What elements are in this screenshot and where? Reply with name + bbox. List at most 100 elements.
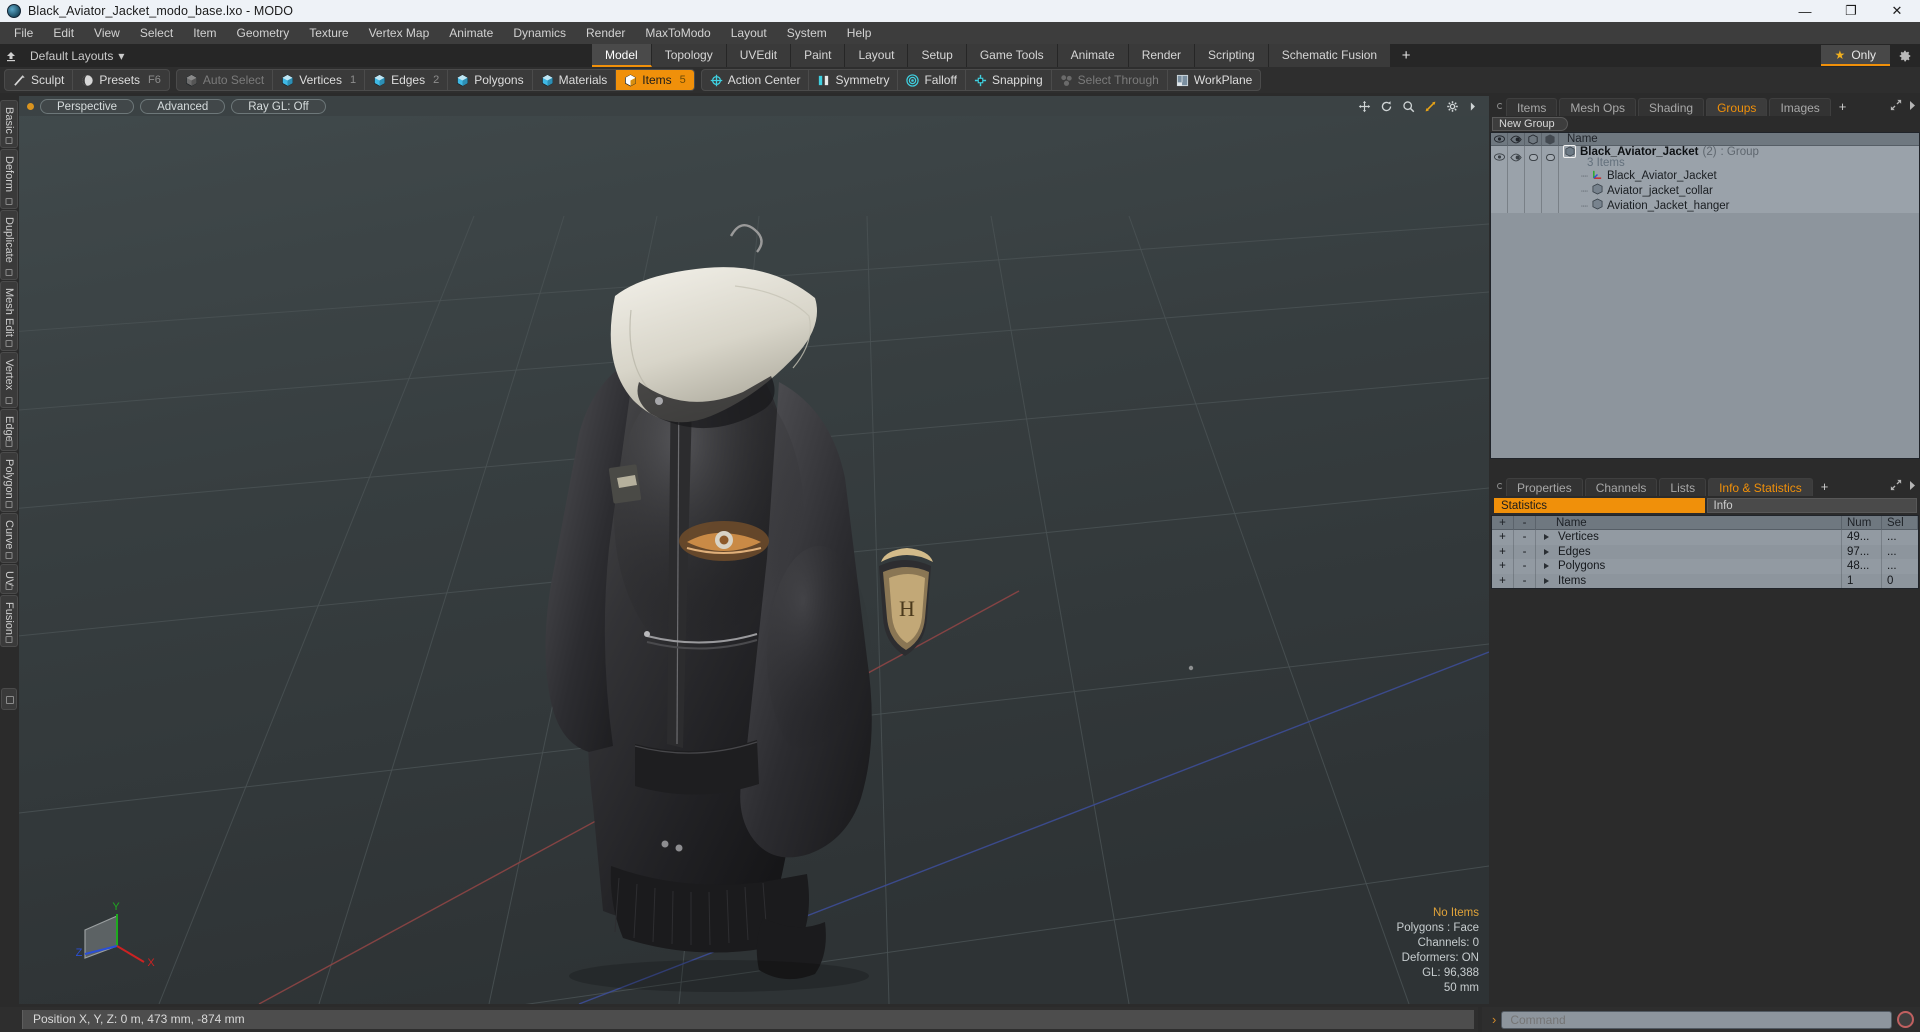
- row-add-button[interactable]: +: [1492, 573, 1514, 588]
- tree-child-toggle[interactable]: [1525, 168, 1542, 183]
- tree-child-row[interactable]: ┈ Aviation_Jacket_hanger: [1491, 198, 1919, 213]
- toolbar-button-edges[interactable]: Edges 2: [365, 70, 449, 90]
- add-panel-tab-button[interactable]: +: [1833, 98, 1853, 116]
- stats-tab-lists[interactable]: Lists: [1659, 478, 1707, 496]
- expand-panel-icon[interactable]: [1890, 479, 1902, 494]
- left-tool-tab-basic[interactable]: Basic: [0, 100, 18, 148]
- toolbar-button-materials[interactable]: Materials: [533, 70, 617, 90]
- record-circle-icon[interactable]: [1897, 1011, 1914, 1028]
- tree-child-toggle[interactable]: [1508, 198, 1525, 213]
- stats-tab-properties[interactable]: Properties: [1506, 478, 1583, 496]
- group-tree[interactable]: Name Black_Aviator_Jacket (2): Group 3 …: [1490, 132, 1920, 459]
- tree-child-toggle[interactable]: [1525, 198, 1542, 213]
- left-tool-tab-uv[interactable]: UV: [0, 564, 18, 594]
- panel-tab-groups[interactable]: Groups: [1706, 98, 1768, 116]
- close-button[interactable]: ✕: [1874, 0, 1920, 22]
- group-shaded-toggle[interactable]: [1542, 146, 1559, 168]
- layout-tab-scripting[interactable]: Scripting: [1195, 44, 1269, 67]
- menu-item-item[interactable]: Item: [183, 22, 226, 44]
- menu-item-maxtomodo[interactable]: MaxToModo: [635, 22, 720, 44]
- left-tool-tab-edge[interactable]: Edge: [0, 409, 18, 451]
- minimize-button[interactable]: —: [1782, 0, 1828, 22]
- toolbar-button-select-through[interactable]: Select Through: [1052, 70, 1168, 90]
- tree-child-toggle[interactable]: [1508, 183, 1525, 198]
- panel-menu-chevron-icon[interactable]: [1909, 100, 1916, 114]
- default-layouts-dropdown[interactable]: Default Layouts ▾: [22, 49, 132, 63]
- menu-item-layout[interactable]: Layout: [721, 22, 777, 44]
- menu-item-file[interactable]: File: [4, 22, 43, 44]
- panel-tab-shading[interactable]: Shading: [1638, 98, 1705, 116]
- tree-child-toggle[interactable]: [1491, 183, 1508, 198]
- layout-tab-game-tools[interactable]: Game Tools: [966, 44, 1058, 67]
- left-tool-tab-polygon[interactable]: Polygon: [0, 452, 18, 512]
- viewport-raygl-selector[interactable]: Ray GL: Off: [231, 98, 326, 114]
- panel-tab-images[interactable]: Images: [1769, 98, 1831, 116]
- menu-item-system[interactable]: System: [777, 22, 837, 44]
- row-add-button[interactable]: +: [1492, 544, 1514, 559]
- tree-child-toggle[interactable]: [1542, 183, 1559, 198]
- menu-item-edit[interactable]: Edit: [43, 22, 84, 44]
- add-layout-tab-button[interactable]: +: [1391, 44, 1422, 67]
- statistics-row[interactable]: + - Polygons 48......: [1492, 559, 1918, 574]
- tree-child-toggle[interactable]: [1525, 183, 1542, 198]
- gear-icon[interactable]: [1890, 44, 1920, 67]
- left-tool-tab-fusion[interactable]: Fusion: [0, 595, 18, 647]
- gear-icon[interactable]: [1446, 100, 1459, 113]
- menu-item-select[interactable]: Select: [130, 22, 183, 44]
- toolbar-button-symmetry[interactable]: Symmetry: [809, 70, 899, 90]
- toolbar-button-falloff[interactable]: Falloff: [898, 70, 966, 90]
- fit-icon[interactable]: [1424, 100, 1437, 113]
- pan-icon[interactable]: [1358, 100, 1371, 113]
- toolbar-button-polygons[interactable]: Polygons: [448, 70, 533, 90]
- group-wireframe-toggle[interactable]: [1525, 146, 1542, 168]
- left-tool-tab-vertex[interactable]: Vertex: [0, 352, 18, 408]
- menu-item-texture[interactable]: Texture: [299, 22, 358, 44]
- statistics-row[interactable]: + - Items 1 0: [1492, 573, 1918, 588]
- add-stats-tab-button[interactable]: +: [1815, 478, 1835, 496]
- panel-tab-items[interactable]: Items: [1506, 98, 1558, 116]
- layout-tab-render[interactable]: Render: [1128, 44, 1196, 67]
- menu-item-render[interactable]: Render: [576, 22, 635, 44]
- toolbar-button-snapping[interactable]: Snapping: [966, 70, 1052, 90]
- status-bar-grip[interactable]: [0, 1007, 22, 1032]
- menu-item-view[interactable]: View: [84, 22, 130, 44]
- rotate-icon[interactable]: [1380, 100, 1393, 113]
- only-toggle-button[interactable]: ★ Only: [1820, 45, 1890, 66]
- viewport-3d[interactable]: H Perspective Advanced Ray GL: Off Y Z X…: [19, 96, 1489, 1004]
- left-tool-tab-deform[interactable]: Deform: [0, 149, 18, 209]
- panel-menu-chevron-icon[interactable]: [1909, 480, 1916, 494]
- toolbar-button-auto-select[interactable]: Auto Select: [177, 70, 274, 90]
- stats-subtab-info[interactable]: Info: [1706, 498, 1917, 513]
- menu-item-help[interactable]: Help: [837, 22, 882, 44]
- row-add-button[interactable]: +: [1492, 530, 1514, 545]
- layout-tab-uvedit[interactable]: UVEdit: [726, 44, 792, 67]
- tree-child-toggle[interactable]: [1491, 168, 1508, 183]
- stats-tab-info-statistics[interactable]: Info & Statistics: [1708, 478, 1813, 496]
- layout-tab-animate[interactable]: Animate: [1057, 44, 1129, 67]
- expand-panel-icon[interactable]: [1890, 99, 1902, 114]
- command-input[interactable]: [1501, 1010, 1892, 1029]
- viewport-shading-selector[interactable]: Advanced: [140, 98, 226, 114]
- layout-tab-topology[interactable]: Topology: [651, 44, 727, 67]
- layout-tab-model[interactable]: Model: [592, 44, 652, 67]
- viewport-status-dot[interactable]: [27, 102, 34, 110]
- row-remove-button[interactable]: -: [1514, 544, 1536, 559]
- layout-tab-layout[interactable]: Layout: [845, 44, 909, 67]
- tree-child-toggle[interactable]: [1508, 168, 1525, 183]
- tree-child-row[interactable]: ┈ Black_Aviator_Jacket: [1491, 168, 1919, 183]
- zoom-icon[interactable]: [1402, 100, 1415, 113]
- toolbar-button-items[interactable]: Items 5: [616, 70, 694, 90]
- new-group-button[interactable]: New Group: [1492, 117, 1568, 131]
- left-tool-tab-curve[interactable]: Curve: [0, 513, 18, 563]
- panel-tab-mesh-ops[interactable]: Mesh Ops: [1559, 98, 1637, 116]
- stats-tab-channels[interactable]: Channels: [1584, 478, 1658, 496]
- layout-tab-schematic-fusion[interactable]: Schematic Fusion: [1268, 44, 1392, 67]
- panel-grip-icon[interactable]: [1494, 96, 1506, 116]
- row-add-button[interactable]: +: [1492, 559, 1514, 574]
- row-remove-button[interactable]: -: [1514, 559, 1536, 574]
- tree-child-toggle[interactable]: [1491, 198, 1508, 213]
- menu-item-geometry[interactable]: Geometry: [227, 22, 300, 44]
- left-tool-tab-extra[interactable]: [1, 688, 17, 710]
- panel-grip-icon[interactable]: [1494, 476, 1506, 496]
- home-up-icon[interactable]: [0, 44, 22, 67]
